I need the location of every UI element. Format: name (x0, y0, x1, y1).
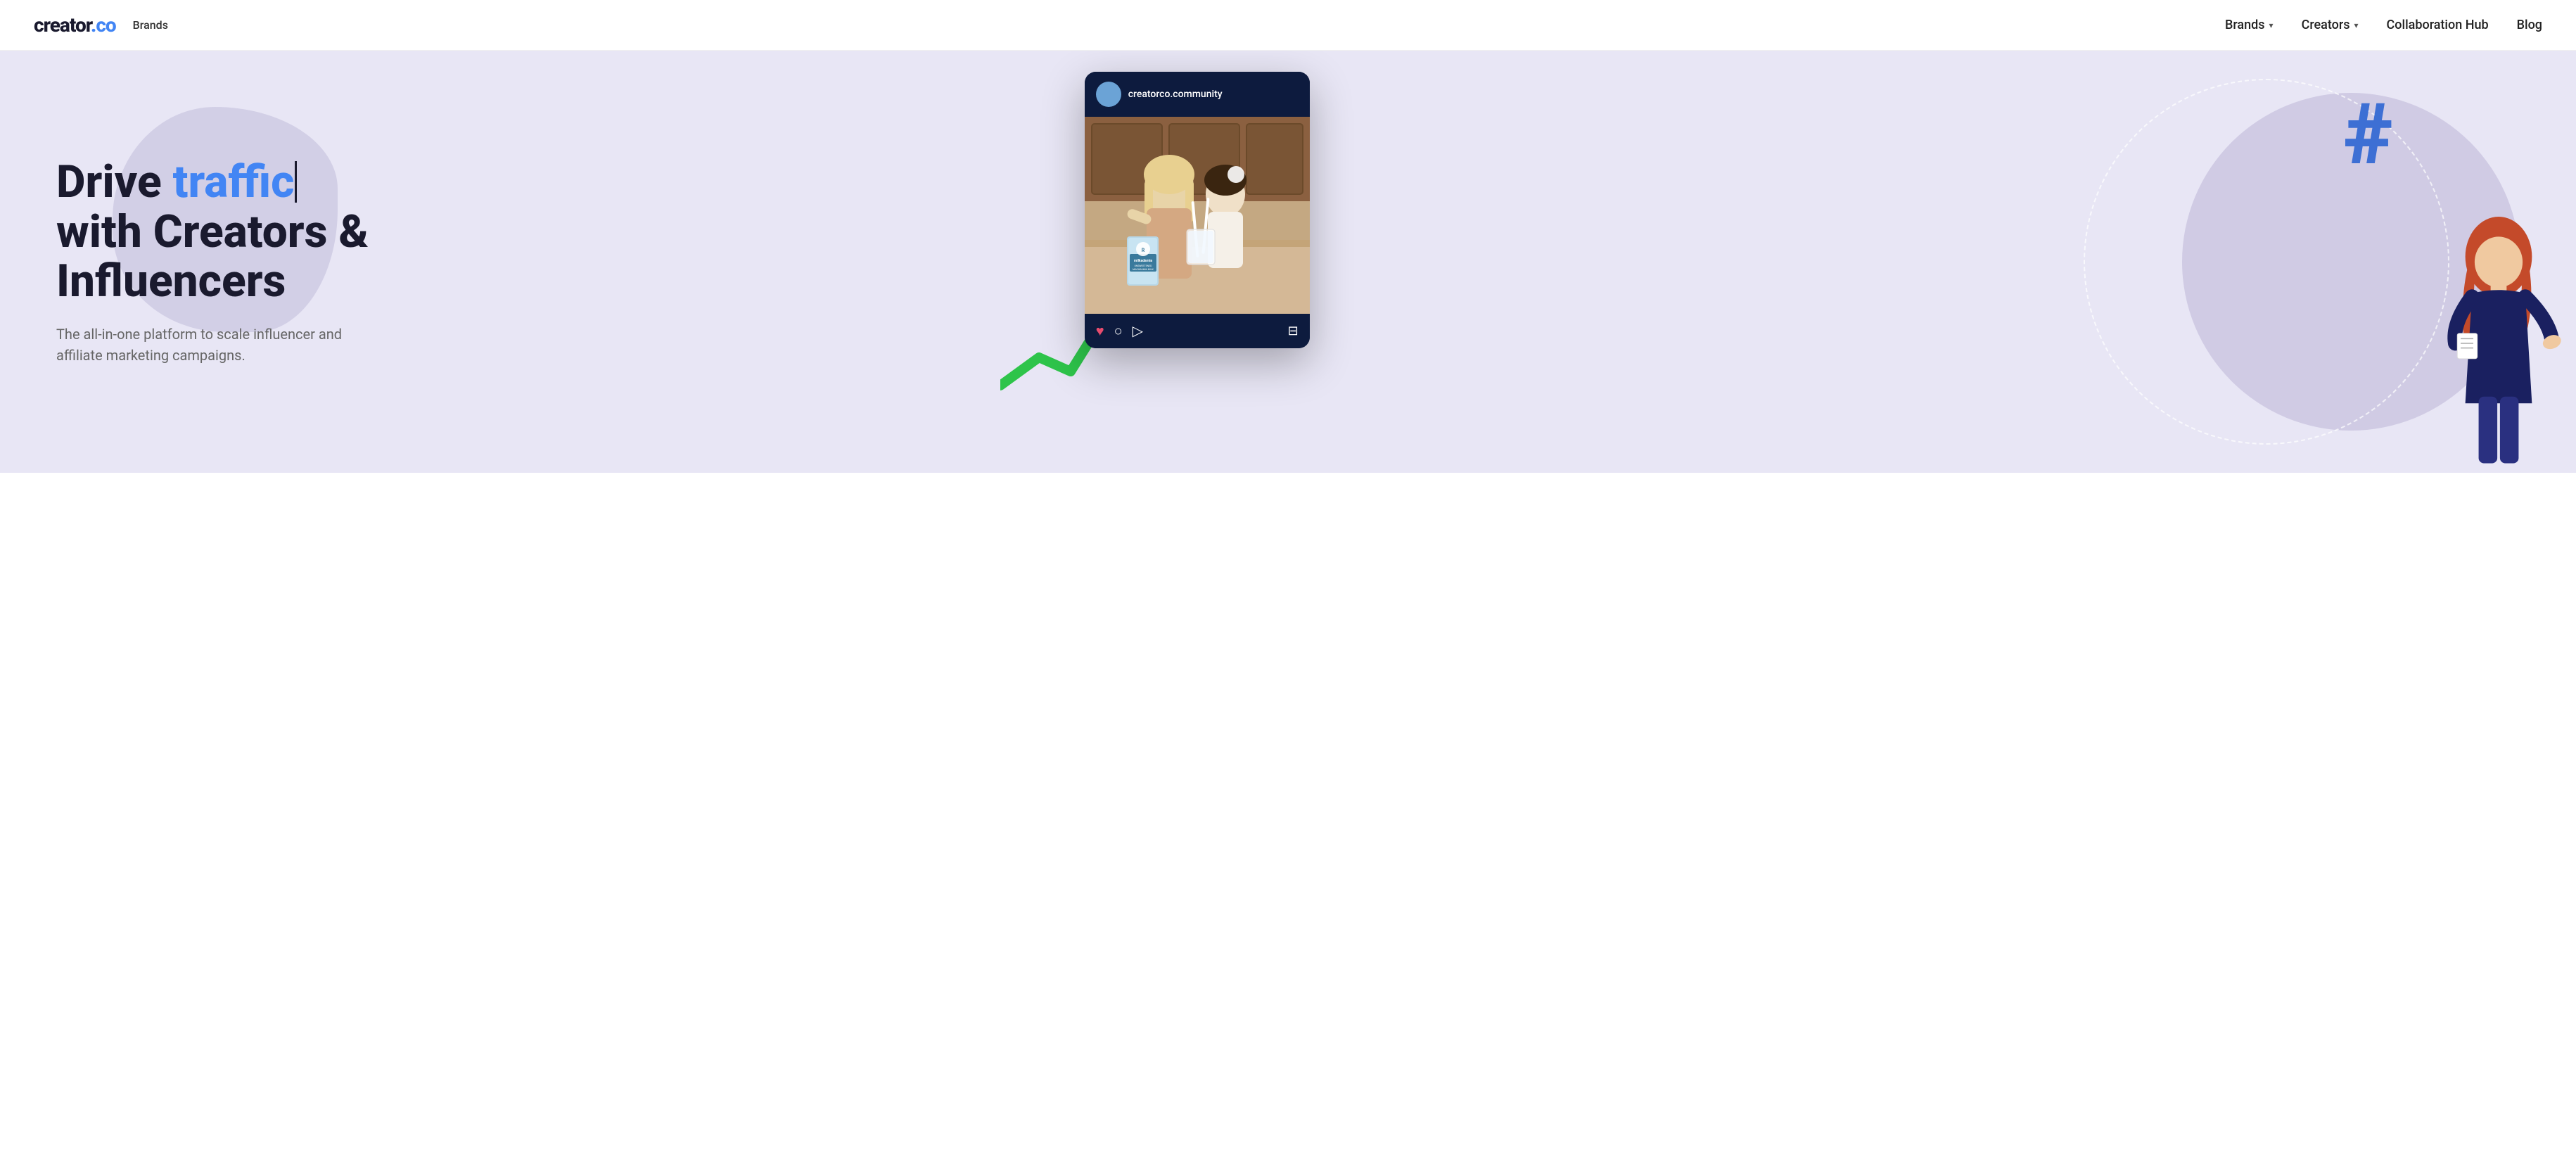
hero-title-part1: Drive (56, 155, 173, 208)
logo-text: creator.co (34, 13, 116, 37)
woman-illustration (2435, 217, 2562, 473)
share-icon[interactable]: ▷ (1133, 322, 1143, 340)
photo-illustration: milkadamia UNSWEETENED MACADAMIA MILK R (1085, 117, 1310, 314)
woman-svg (2435, 217, 2562, 470)
nav-creators[interactable]: Creators ▾ (2302, 18, 2359, 32)
hero-title: Drive traffic with Creators & Influencer… (56, 158, 369, 306)
instagram-phone-mock: creatorco.community (1085, 72, 1310, 348)
nav-collaboration-hub[interactable]: Collaboration Hub (2387, 18, 2489, 32)
bookmark-icon[interactable]: ⊟ (1288, 324, 1299, 338)
phone-username: creatorco.community (1128, 89, 1223, 100)
heart-icon[interactable]: ♥ (1096, 322, 1104, 340)
hero-title-highlight: traffic (173, 155, 295, 208)
nav-creators-label: Creators (2302, 18, 2350, 32)
nav-blog[interactable]: Blog (2517, 18, 2542, 32)
navbar: creator.co Brands Brands ▾ Creators ▾ Co… (0, 0, 2576, 51)
svg-text:milkadamia: milkadamia (1134, 259, 1152, 263)
hero-title-part2: with Creators & (56, 205, 369, 258)
nav-collaboration-hub-label: Collaboration Hub (2387, 18, 2489, 32)
svg-text:UNSWEETENED: UNSWEETENED (1134, 265, 1152, 267)
nav-brands-label: Brands (2225, 18, 2265, 32)
hero-content-left: Drive traffic with Creators & Influencer… (56, 158, 369, 365)
navbar-brands-label: Brands (133, 18, 168, 32)
nav-blog-label: Blog (2517, 18, 2542, 32)
phone-footer: ♥ ○ ▷ ⊟ (1085, 314, 1310, 348)
nav-brands[interactable]: Brands ▾ (2225, 18, 2274, 32)
svg-text:MACADAMIA MILK: MACADAMIA MILK (1133, 268, 1154, 271)
phone-header: creatorco.community (1085, 72, 1310, 117)
chevron-down-icon-2: ▾ (2354, 20, 2358, 30)
logo-co-text: co (96, 13, 115, 37)
phone-avatar (1096, 82, 1121, 107)
phone-image: milkadamia UNSWEETENED MACADAMIA MILK R (1085, 117, 1310, 314)
logo[interactable]: creator.co (34, 13, 116, 37)
hero-visuals: # creatorco.community (902, 51, 2576, 473)
navbar-left: creator.co Brands (34, 13, 168, 37)
phone-action-icons: ♥ ○ ▷ (1096, 322, 1143, 340)
hero-section: Drive traffic with Creators & Influencer… (0, 51, 2576, 473)
hero-title-part3: Influencers (56, 255, 286, 307)
chevron-down-icon: ▾ (2269, 20, 2274, 30)
svg-text:R: R (1141, 248, 1144, 253)
hashtag-symbol: # (2344, 93, 2393, 177)
comment-icon[interactable]: ○ (1114, 322, 1123, 340)
logo-creator-text: creator (34, 13, 91, 37)
navbar-right: Brands ▾ Creators ▾ Collaboration Hub Bl… (2225, 18, 2542, 32)
hero-subtitle: The all-in-one platform to scale influen… (56, 324, 366, 366)
photo-content: milkadamia UNSWEETENED MACADAMIA MILK R (1085, 117, 1310, 314)
